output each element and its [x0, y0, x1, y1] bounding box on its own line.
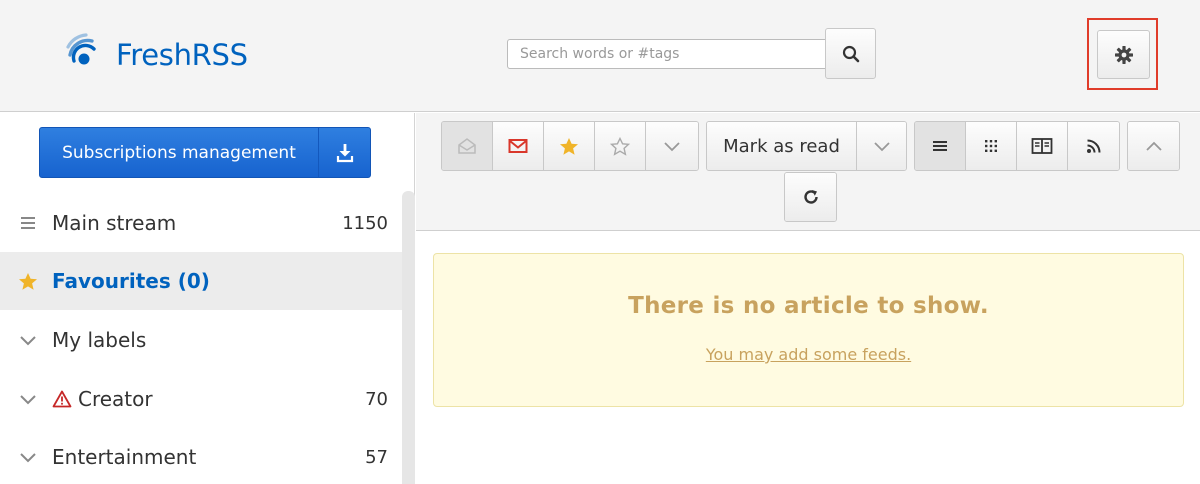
sidebar-item-creator-label: Creator — [52, 387, 153, 411]
sidebar: Subscriptions management Main stream 115… — [0, 113, 415, 484]
sidebar-item-favourites[interactable]: Favourites (0) — [0, 252, 402, 310]
global-view-button[interactable] — [966, 122, 1017, 170]
search-form — [507, 28, 876, 79]
settings-highlight — [1087, 18, 1158, 90]
settings-button[interactable] — [1097, 30, 1150, 79]
star-outline-icon — [610, 136, 630, 156]
mark-as-read-button-group: Mark as read — [706, 121, 907, 171]
download-icon — [336, 143, 353, 162]
unread-count: 70 — [365, 388, 388, 410]
empty-state-notice: There is no article to show. You may add… — [433, 253, 1184, 407]
rss-feed-button[interactable] — [1068, 122, 1119, 170]
star-icon — [560, 137, 578, 155]
subscriptions-management-button-group: Subscriptions management — [39, 127, 371, 178]
reader-view-button[interactable] — [1017, 122, 1068, 170]
main-content: There is no article to show. You may add… — [416, 232, 1200, 484]
logo[interactable]: FreshRSS — [64, 30, 248, 80]
list-icon — [933, 141, 947, 151]
list-icon — [18, 216, 38, 230]
filter-read-button[interactable] — [442, 122, 493, 170]
sidebar-scrollbar[interactable] — [402, 191, 415, 484]
scroll-top-button-group — [1127, 121, 1180, 171]
grid-icon — [985, 140, 997, 152]
unread-count: 57 — [365, 446, 388, 468]
sidebar-item-creator[interactable]: Creator 70 — [0, 370, 402, 428]
mark-as-read-button[interactable]: Mark as read — [707, 122, 857, 170]
import-button[interactable] — [319, 128, 370, 177]
star-icon — [18, 272, 38, 291]
refresh-button-group — [784, 172, 837, 222]
search-input[interactable] — [507, 39, 826, 69]
envelope-icon — [508, 139, 528, 153]
filter-button-group — [441, 121, 699, 171]
app-name: FreshRSS — [116, 38, 248, 72]
chevron-down-icon — [873, 141, 890, 151]
header: FreshRSS — [0, 0, 1200, 112]
add-feeds-link[interactable]: You may add some feeds. — [434, 345, 1183, 364]
rss-icon — [1086, 139, 1100, 153]
chevron-down-icon — [18, 335, 38, 346]
sidebar-item-label: My labels — [52, 328, 147, 352]
warning-icon — [52, 390, 72, 408]
filter-unread-button[interactable] — [493, 122, 544, 170]
mark-as-read-dropdown-button[interactable] — [857, 122, 906, 170]
sidebar-item-entertainment[interactable]: Entertainment 57 — [0, 428, 402, 484]
empty-state-title: There is no article to show. — [628, 293, 989, 319]
toolbar: Mark as read — [416, 113, 1200, 231]
sidebar-item-my-labels[interactable]: My labels — [0, 311, 402, 369]
unread-count: 1150 — [342, 212, 388, 234]
sidebar-item-label: Main stream — [52, 211, 177, 235]
refresh-button[interactable] — [785, 173, 836, 221]
subscriptions-management-button[interactable]: Subscriptions management — [40, 128, 319, 177]
rss-logo-icon — [66, 33, 96, 65]
normal-view-button[interactable] — [915, 122, 966, 170]
gear-icon — [1114, 45, 1133, 64]
sidebar-item-main-stream[interactable]: Main stream 1150 — [0, 194, 402, 252]
sidebar-item-label: Favourites (0) — [52, 269, 210, 293]
sidebar-item-label: Entertainment — [52, 445, 197, 469]
search-icon — [842, 45, 859, 62]
scroll-top-button[interactable] — [1128, 122, 1179, 170]
refresh-icon — [803, 190, 818, 204]
chevron-down-icon — [18, 452, 38, 463]
filter-favourites-button[interactable] — [544, 122, 595, 170]
search-button[interactable] — [825, 28, 876, 79]
chevron-down-icon — [664, 141, 680, 151]
chevron-down-icon — [18, 394, 38, 405]
mark-as-read-label: Mark as read — [723, 135, 840, 157]
filter-dropdown-button[interactable] — [646, 122, 698, 170]
open-envelope-icon — [458, 138, 476, 154]
book-icon — [1031, 138, 1053, 154]
view-mode-button-group — [914, 121, 1120, 171]
filter-not-favourites-button[interactable] — [595, 122, 646, 170]
chevron-up-icon — [1145, 141, 1162, 151]
sidebar-item-label: Creator — [78, 387, 153, 411]
